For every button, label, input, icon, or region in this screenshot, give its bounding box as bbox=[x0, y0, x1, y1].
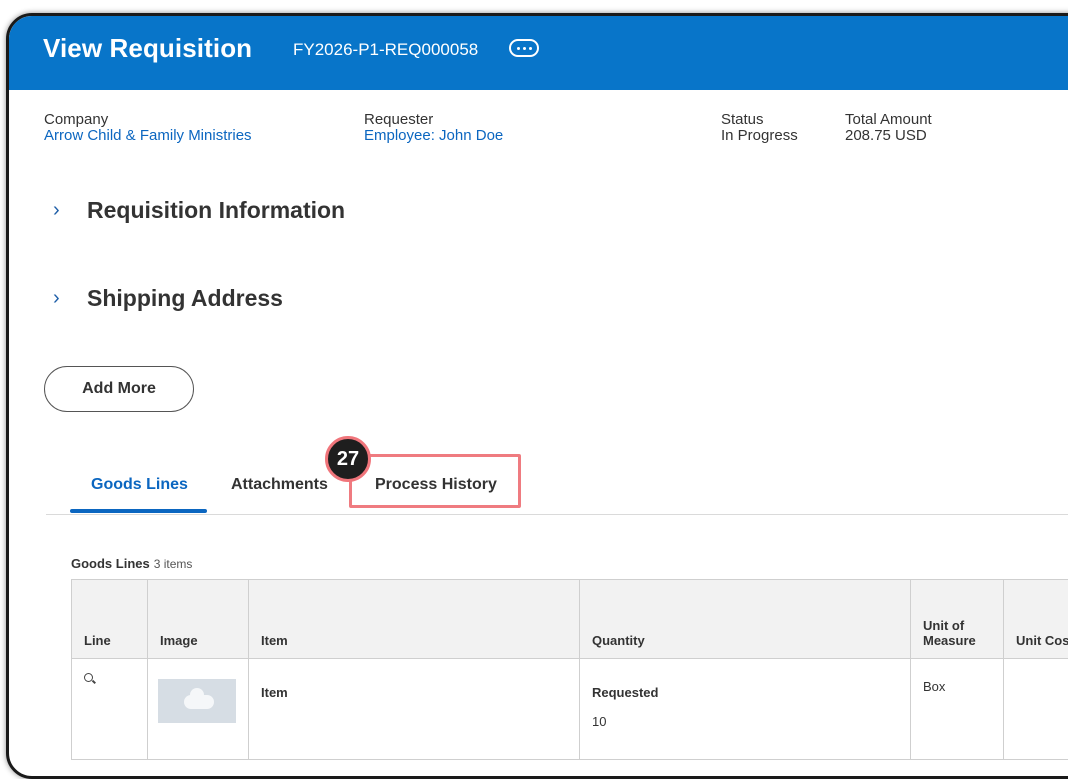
status-label: Status bbox=[721, 112, 798, 128]
column-header-item: Item bbox=[249, 580, 580, 659]
tab-attachments[interactable]: Attachments bbox=[231, 476, 328, 494]
goods-lines-table: Line Image Item Quantity Unit of Measure… bbox=[71, 579, 1068, 760]
add-more-button[interactable]: Add More bbox=[44, 366, 194, 412]
app-window: View Requisition FY2026-P1-REQ000058 Com… bbox=[6, 13, 1068, 779]
ellipsis-icon[interactable] bbox=[509, 39, 539, 57]
requester-link[interactable]: Employee: John Doe bbox=[364, 128, 503, 144]
item-image bbox=[158, 679, 236, 723]
company-link[interactable]: Arrow Child & Family Ministries bbox=[44, 128, 252, 144]
image-cell bbox=[148, 659, 249, 760]
item-name: Item bbox=[249, 659, 579, 712]
unit-cost-cell bbox=[1004, 659, 1068, 760]
table-row: Item Requested 10 Box bbox=[72, 659, 1068, 760]
goods-lines-heading: Goods Lines 3 items bbox=[71, 556, 192, 571]
company-label: Company bbox=[44, 112, 252, 128]
company-field: Company Arrow Child & Family Ministries bbox=[44, 112, 252, 144]
image-placeholder-icon bbox=[184, 695, 214, 709]
requisition-id: FY2026-P1-REQ000058 bbox=[293, 40, 478, 60]
magnifier-icon[interactable] bbox=[84, 673, 93, 682]
goods-lines-count: 3 items bbox=[154, 557, 193, 571]
column-header-image: Image bbox=[148, 580, 249, 659]
page-title: View Requisition bbox=[43, 33, 252, 64]
item-cell: Item bbox=[249, 659, 580, 760]
column-header-quantity: Quantity bbox=[580, 580, 911, 659]
tab-goods-lines[interactable]: Goods Lines bbox=[91, 476, 188, 494]
line-cell bbox=[72, 659, 148, 760]
section-label: Shipping Address bbox=[87, 285, 283, 312]
requester-label: Requester bbox=[364, 112, 503, 128]
section-label: Requisition Information bbox=[87, 197, 345, 224]
unit-value: Box bbox=[911, 659, 1003, 694]
tab-divider bbox=[46, 514, 1068, 515]
process-history-highlight bbox=[349, 454, 521, 508]
page-header: View Requisition FY2026-P1-REQ000058 bbox=[9, 16, 1068, 90]
column-header-line: Line bbox=[72, 580, 148, 659]
quantity-cell: Requested 10 bbox=[580, 659, 911, 760]
step-callout-badge: 27 bbox=[325, 436, 371, 482]
chevron-right-icon: › bbox=[53, 287, 60, 310]
quantity-value: 10 bbox=[580, 700, 910, 729]
status-field: Status In Progress bbox=[721, 112, 798, 144]
total-amount-value: 208.75 USD bbox=[845, 128, 932, 144]
unit-cell: Box bbox=[911, 659, 1004, 760]
column-header-unit-cost: Unit Cos bbox=[1004, 580, 1068, 659]
chevron-right-icon: › bbox=[53, 199, 60, 222]
requester-field: Requester Employee: John Doe bbox=[364, 112, 503, 144]
total-amount-field: Total Amount 208.75 USD bbox=[845, 112, 932, 144]
total-amount-label: Total Amount bbox=[845, 112, 932, 128]
table-header-row: Line Image Item Quantity Unit of Measure… bbox=[72, 580, 1068, 659]
goods-lines-title: Goods Lines bbox=[71, 556, 150, 571]
active-tab-indicator bbox=[70, 509, 207, 513]
column-header-unit-of-measure: Unit of Measure bbox=[911, 580, 1004, 659]
status-value: In Progress bbox=[721, 128, 798, 144]
quantity-label: Requested bbox=[580, 659, 910, 700]
